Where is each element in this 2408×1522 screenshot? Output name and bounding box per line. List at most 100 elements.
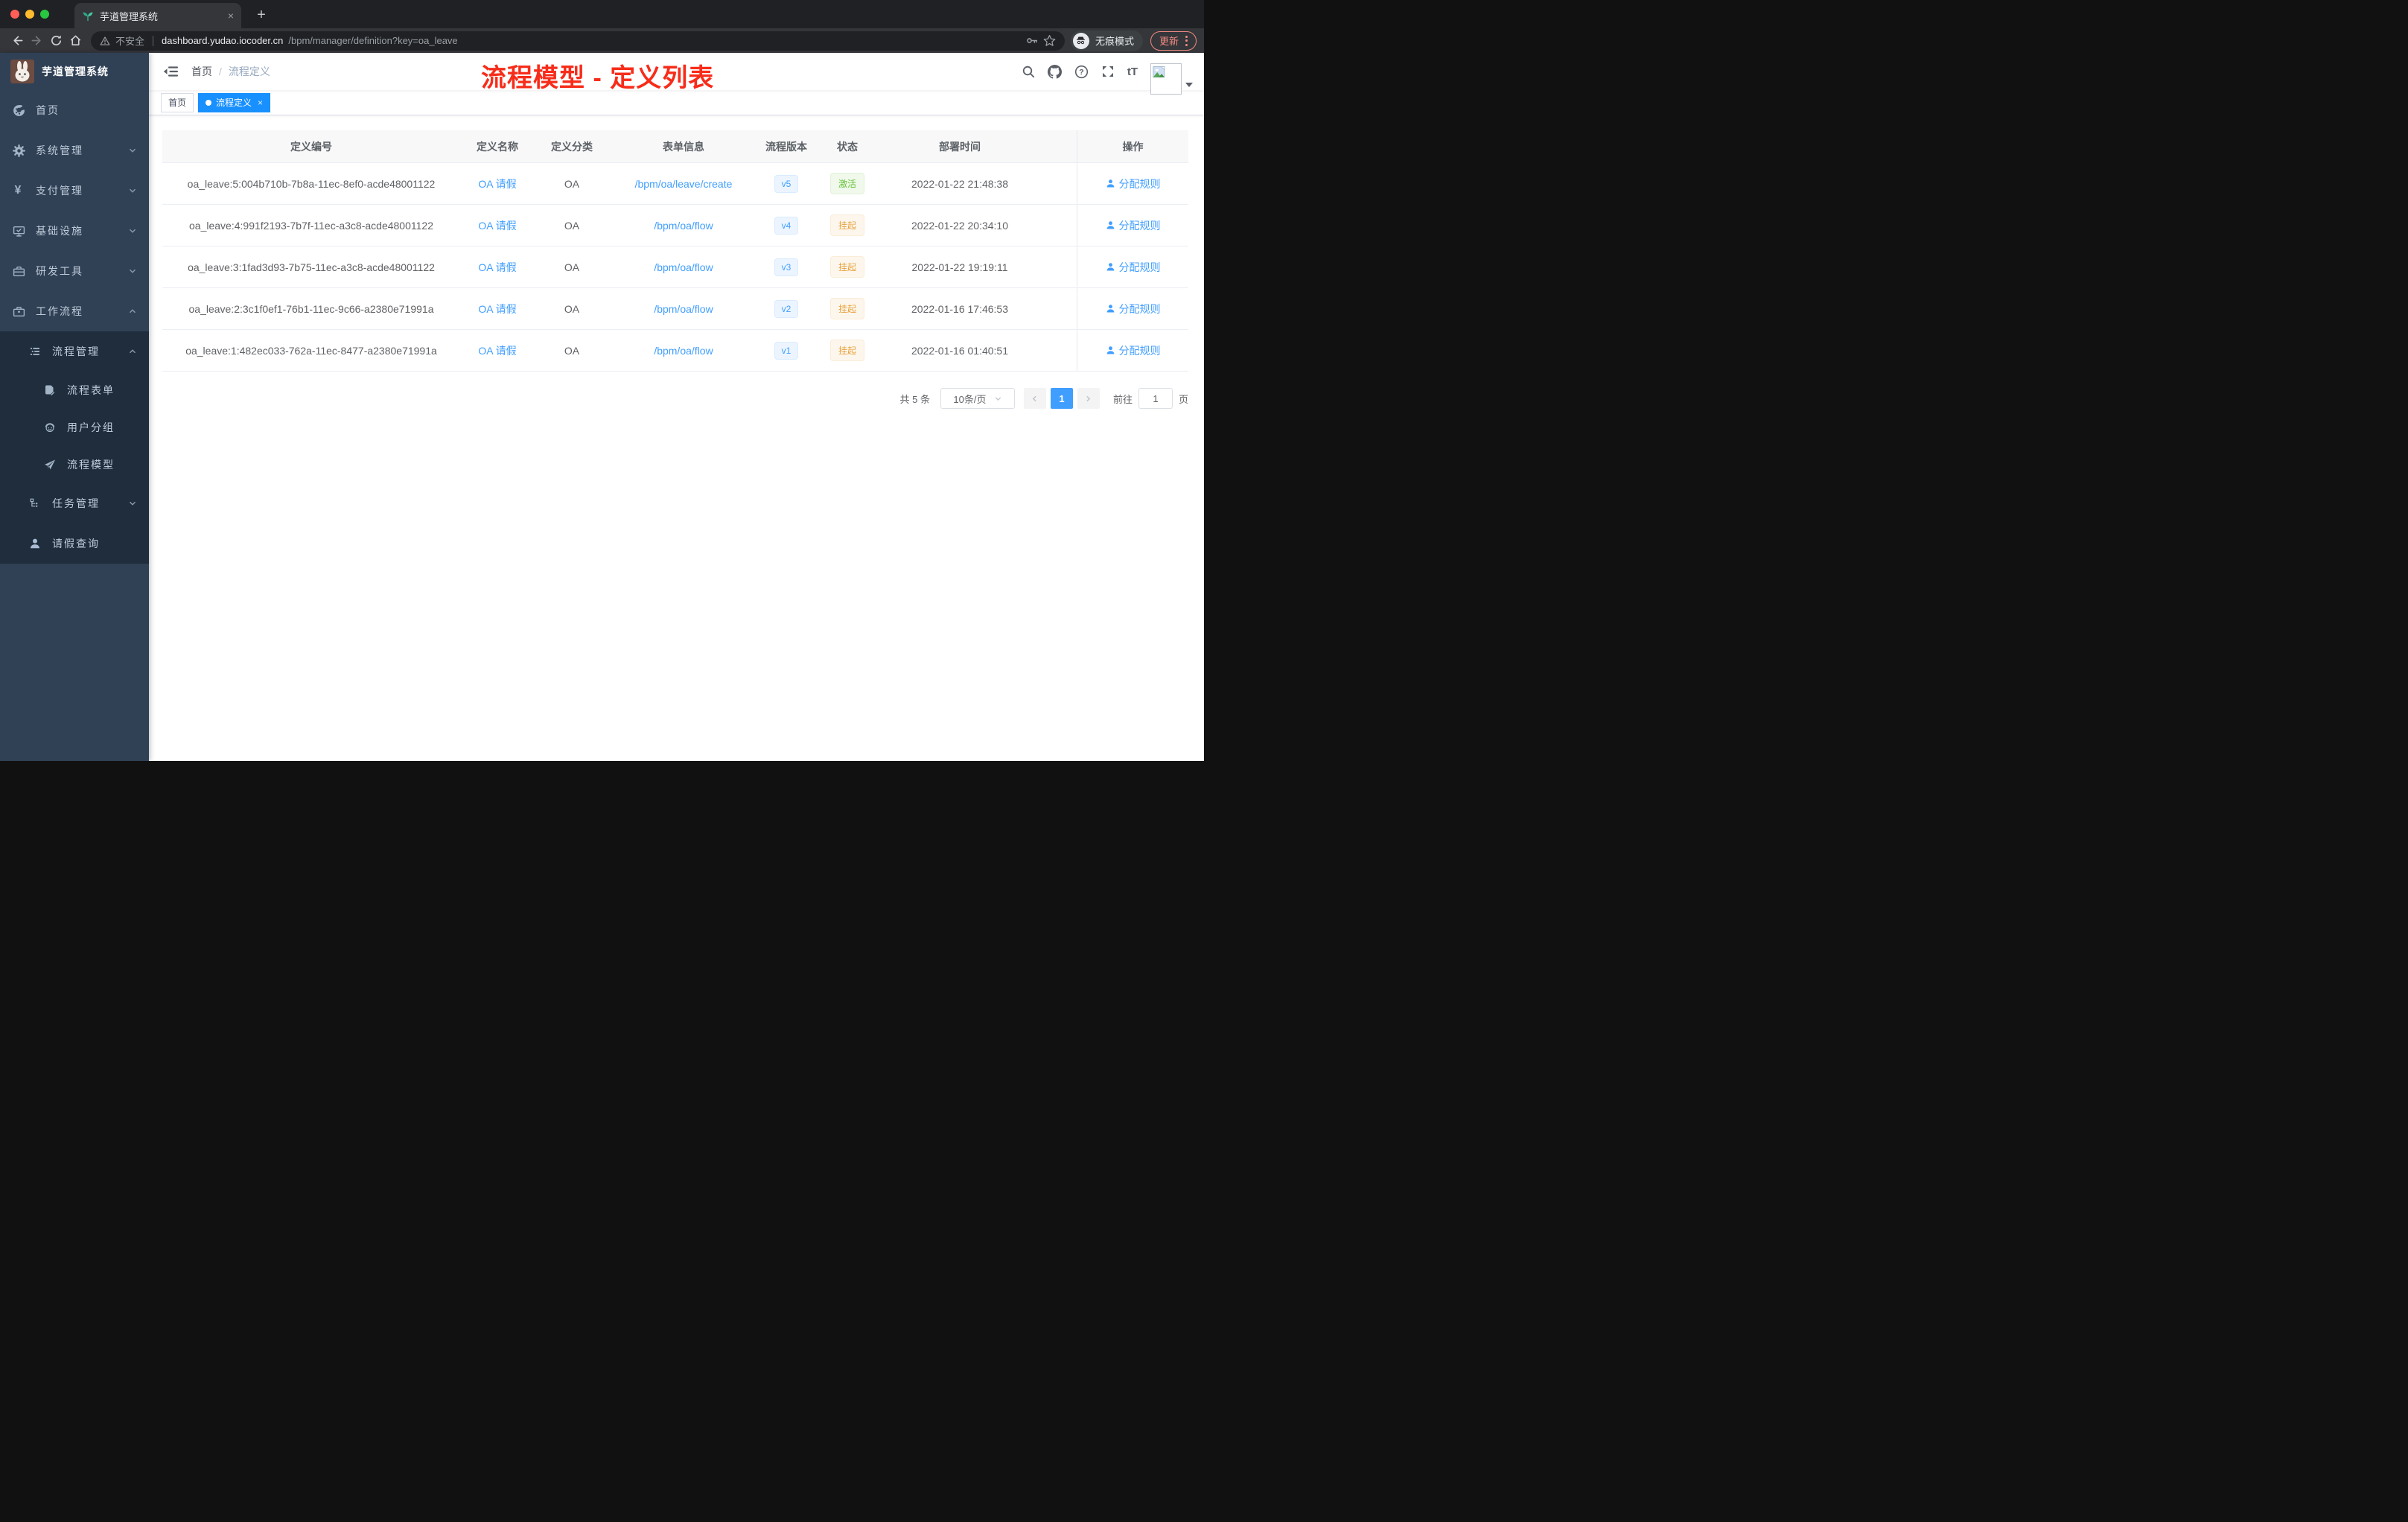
assign-rule-button[interactable]: 分配规则 [1106, 176, 1161, 191]
breadcrumb-home[interactable]: 首页 [191, 64, 212, 79]
github-icon[interactable] [1047, 64, 1062, 79]
assign-rule-button[interactable]: 分配规则 [1106, 343, 1161, 358]
tag-label: 首页 [168, 98, 187, 108]
yen-icon: ¥ [14, 184, 23, 197]
back-icon[interactable] [7, 31, 27, 51]
sidebar-item-workflow[interactable]: 工作流程 [0, 291, 149, 331]
window-controls [10, 10, 49, 19]
sidebar-item-home[interactable]: 首页 [0, 90, 149, 130]
home-icon[interactable] [66, 31, 85, 51]
column-header: 定义名称 [477, 140, 518, 153]
paper-plane-icon [43, 459, 57, 471]
tag-process-definition[interactable]: 流程定义 × [198, 92, 271, 112]
user-avatar-broken-image[interactable] [1150, 63, 1182, 95]
avatar-dropdown-caret-icon[interactable] [1185, 83, 1193, 87]
window-minimize-button[interactable] [25, 10, 34, 19]
definition-name-link[interactable]: OA 请假 [478, 302, 516, 316]
sidebar-fold-icon[interactable] [160, 64, 181, 79]
security-warning-icon[interactable] [100, 36, 110, 46]
definition-name-link[interactable]: OA 请假 [478, 260, 516, 275]
definition-category: OA [564, 219, 580, 232]
tag-close-icon[interactable]: × [258, 98, 263, 108]
column-header: 表单信息 [663, 140, 704, 153]
person-icon [28, 538, 42, 550]
page-number-active[interactable]: 1 [1050, 388, 1073, 409]
address-bar[interactable]: 不安全 dashboard.yudao.iocoder.cn /bpm/mana… [91, 31, 1065, 51]
table-row: oa_leave:2:3c1f0ef1-76b1-11ec-9c66-a2380… [162, 288, 1188, 330]
page-size-select[interactable]: 10条/页 [940, 388, 1015, 409]
key-icon[interactable] [1025, 34, 1038, 47]
form-link[interactable]: /bpm/oa/flow [654, 220, 713, 232]
dashboard-icon [12, 104, 25, 117]
kebab-menu-icon[interactable] [1185, 35, 1188, 46]
definition-category: OA [564, 261, 580, 273]
form-link[interactable]: /bpm/oa/leave/create [635, 178, 733, 190]
forward-icon[interactable] [27, 31, 46, 51]
fullscreen-icon[interactable] [1101, 65, 1115, 78]
form-link[interactable]: /bpm/oa/flow [654, 303, 713, 315]
sidebar-item-infrastructure[interactable]: 基础设施 [0, 211, 149, 251]
sidebar-item-process-form[interactable]: 流程表单 [0, 372, 149, 409]
next-page-button[interactable] [1077, 388, 1100, 409]
form-link[interactable]: /bpm/oa/flow [654, 345, 713, 357]
sidebar-item-label: 工作流程 [36, 305, 83, 317]
url-path: /bpm/manager/definition?key=oa_leave [288, 35, 458, 46]
page-content: 定义编号 定义名称 定义分类 表单信息 流程版本 状态 部署时间 操作 oa_l… [149, 115, 1204, 761]
new-tab-button[interactable]: + [252, 5, 271, 25]
prev-page-button[interactable] [1023, 388, 1046, 409]
sidebar-item-process-management[interactable]: 流程管理 [0, 331, 149, 372]
form-edit-icon [43, 384, 57, 396]
sidebar-item-user-group[interactable]: 用户分组 [0, 409, 149, 446]
search-icon[interactable] [1022, 65, 1035, 78]
definition-name-link[interactable]: OA 请假 [478, 218, 516, 233]
chevron-up-icon [128, 307, 137, 316]
sidebar-item-dev-tools[interactable]: 研发工具 [0, 251, 149, 291]
font-size-icon[interactable]: tT [1127, 66, 1138, 78]
window-zoom-button[interactable] [40, 10, 49, 19]
browser-tab[interactable]: 芋道管理系统 × [74, 3, 241, 28]
goto-label: 前往 [1112, 393, 1133, 405]
definition-name-link[interactable]: OA 请假 [478, 176, 516, 191]
chevron-down-icon [128, 499, 137, 508]
tree-icon [28, 497, 42, 509]
sidebar-item-label: 任务管理 [52, 497, 100, 509]
reload-icon[interactable] [46, 31, 66, 51]
column-header: 定义编号 [290, 140, 332, 153]
sidebar-logo[interactable]: 芋道管理系统 [0, 53, 149, 90]
definition-table: 定义编号 定义名称 定义分类 表单信息 流程版本 状态 部署时间 操作 oa_l… [162, 130, 1188, 372]
definition-name-link[interactable]: OA 请假 [478, 343, 516, 358]
browser-window: 芋道管理系统 × + 不安全 dashboard.yudao.iocoder.c… [0, 0, 1204, 761]
sidebar-item-leave-query[interactable]: 请假查询 [0, 523, 149, 564]
sidebar-item-label: 用户分组 [67, 421, 115, 433]
goto-page-input[interactable] [1138, 388, 1173, 409]
sidebar-item-process-model[interactable]: 流程模型 [0, 446, 149, 483]
status-badge: 激活 [829, 173, 864, 194]
column-header: 状态 [837, 140, 858, 153]
chevron-up-icon [128, 347, 137, 356]
browser-tab-strip: 芋道管理系统 × + [0, 0, 1204, 28]
table-row: oa_leave:1:482ec033-762a-11ec-8477-a2380… [162, 330, 1188, 372]
annotation-title: 流程模型 - 定义列表 [481, 64, 715, 92]
page-size-value: 10条/页 [953, 393, 987, 405]
sidebar-item-task-management[interactable]: 任务管理 [0, 483, 149, 523]
tab-title: 芋道管理系统 [100, 10, 159, 22]
breadcrumb-separator: / [219, 66, 222, 77]
window-close-button[interactable] [10, 10, 19, 19]
chevron-down-icon [128, 267, 137, 276]
incognito-label: 无痕模式 [1095, 36, 1134, 47]
form-link[interactable]: /bpm/oa/flow [654, 261, 713, 273]
browser-update-button[interactable]: 更新 [1150, 31, 1197, 51]
sidebar-item-label: 系统管理 [36, 144, 83, 156]
tab-close-icon[interactable]: × [228, 10, 234, 21]
sidebar-item-system-management[interactable]: 系统管理 [0, 130, 149, 171]
assign-rule-button[interactable]: 分配规则 [1106, 260, 1161, 275]
sidebar-item-label: 流程模型 [67, 459, 115, 471]
assign-rule-button[interactable]: 分配规则 [1106, 302, 1161, 316]
sidebar-item-label: 流程表单 [67, 384, 115, 396]
bookmark-star-icon[interactable] [1043, 34, 1056, 47]
help-icon[interactable]: ? [1074, 65, 1089, 79]
tag-home[interactable]: 首页 [161, 92, 194, 112]
security-label[interactable]: 不安全 [115, 34, 144, 48]
assign-rule-button[interactable]: 分配规则 [1106, 218, 1161, 233]
sidebar-item-payment-management[interactable]: ¥ 支付管理 [0, 171, 149, 211]
